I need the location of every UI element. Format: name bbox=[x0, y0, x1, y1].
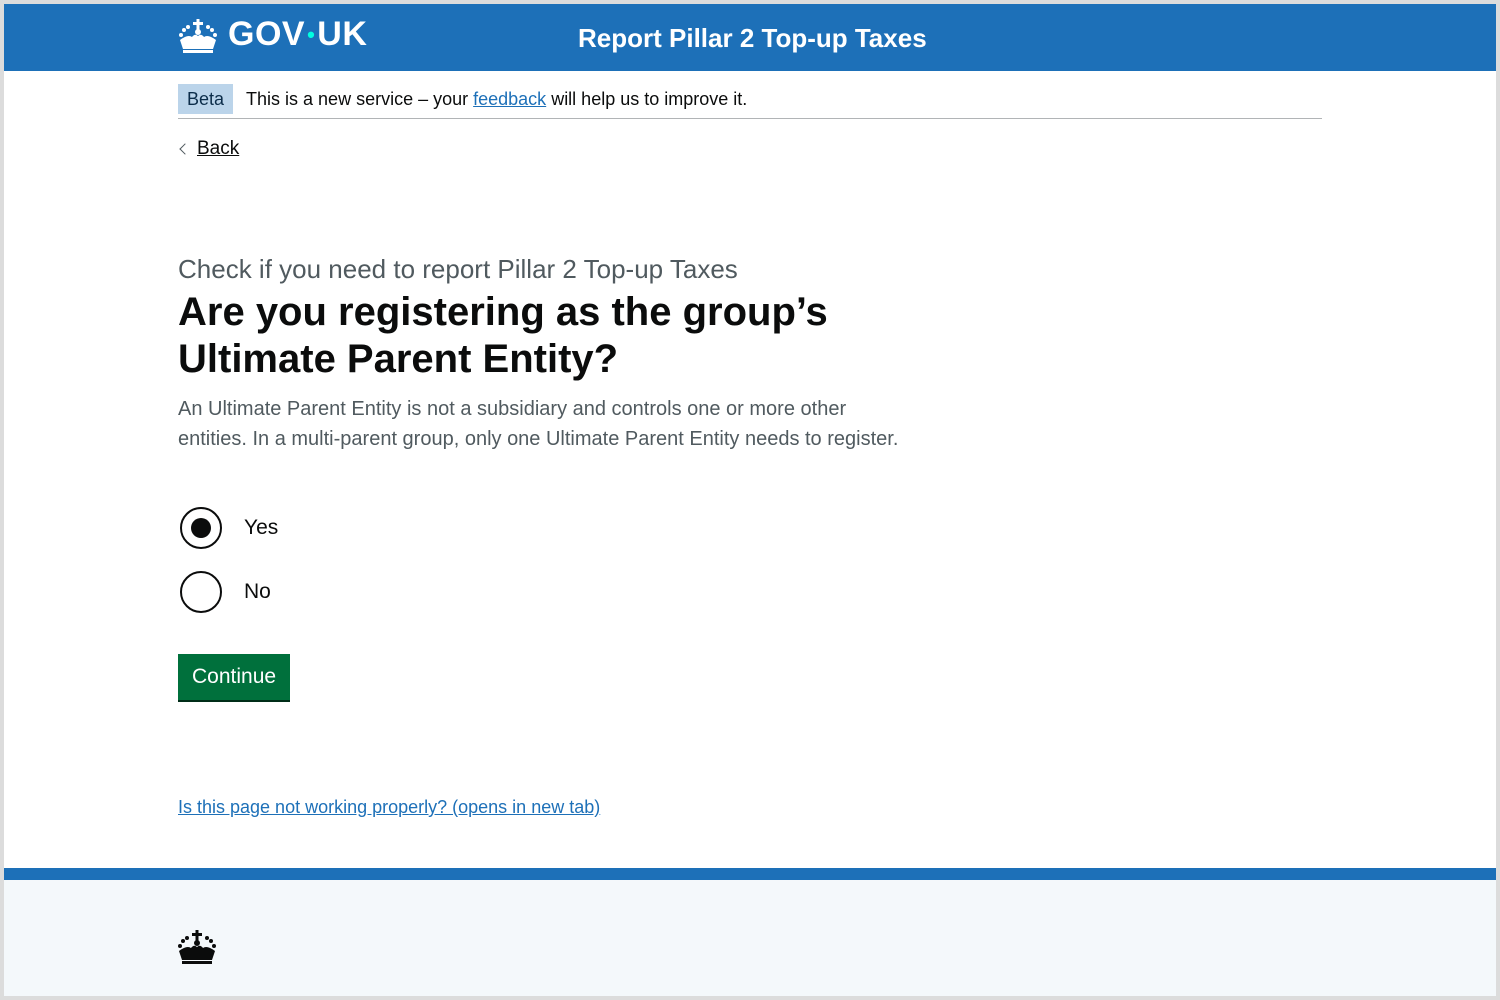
page: GOV•UK Report Pillar 2 Top-up Taxes Beta… bbox=[4, 4, 1496, 996]
feedback-link[interactable]: feedback bbox=[473, 89, 546, 109]
radio-label-yes[interactable]: Yes bbox=[244, 516, 278, 540]
back-link[interactable]: Back bbox=[178, 138, 239, 160]
phase-text: This is a new service – your feedback wi… bbox=[246, 88, 747, 110]
radio-label-no[interactable]: No bbox=[244, 580, 271, 604]
continue-button[interactable]: Continue bbox=[178, 654, 291, 700]
radio-button-no[interactable] bbox=[180, 571, 222, 613]
phase-tag: Beta bbox=[178, 84, 234, 114]
question-hint: An Ultimate Parent Entity is not a subsi… bbox=[178, 398, 899, 450]
govuk-logo-link[interactable]: GOV•UK bbox=[178, 14, 367, 58]
page-caption: Check if you need to report Pillar 2 Top… bbox=[178, 254, 738, 284]
crown-icon bbox=[177, 929, 217, 970]
logo-separator: • bbox=[307, 22, 316, 47]
logo-text-gov: GOV bbox=[228, 15, 306, 53]
site-header: GOV•UK Report Pillar 2 Top-up Taxes bbox=[4, 4, 1496, 71]
phase-text-after: will help us to improve it. bbox=[546, 89, 748, 109]
radio-group: Yes No bbox=[180, 504, 278, 632]
radio-option-no[interactable]: No bbox=[180, 568, 278, 616]
radio-option-yes[interactable]: Yes bbox=[180, 504, 278, 552]
site-footer bbox=[4, 868, 1496, 996]
logo-text-uk: UK bbox=[317, 15, 368, 53]
back-link-label: Back bbox=[197, 138, 240, 159]
page-title: Are you registering as the group’s Ultim… bbox=[178, 290, 828, 381]
chevron-left-icon bbox=[179, 143, 191, 155]
report-problem-link[interactable]: Is this page not working properly? (open… bbox=[178, 797, 600, 818]
service-name-link[interactable]: Report Pillar 2 Top-up Taxes bbox=[578, 22, 927, 54]
crown-icon bbox=[178, 18, 218, 54]
radio-button-yes[interactable] bbox=[180, 507, 222, 549]
phase-banner: Beta This is a new service – your feedba… bbox=[178, 80, 1322, 119]
phase-text-before: This is a new service – your bbox=[246, 89, 474, 109]
